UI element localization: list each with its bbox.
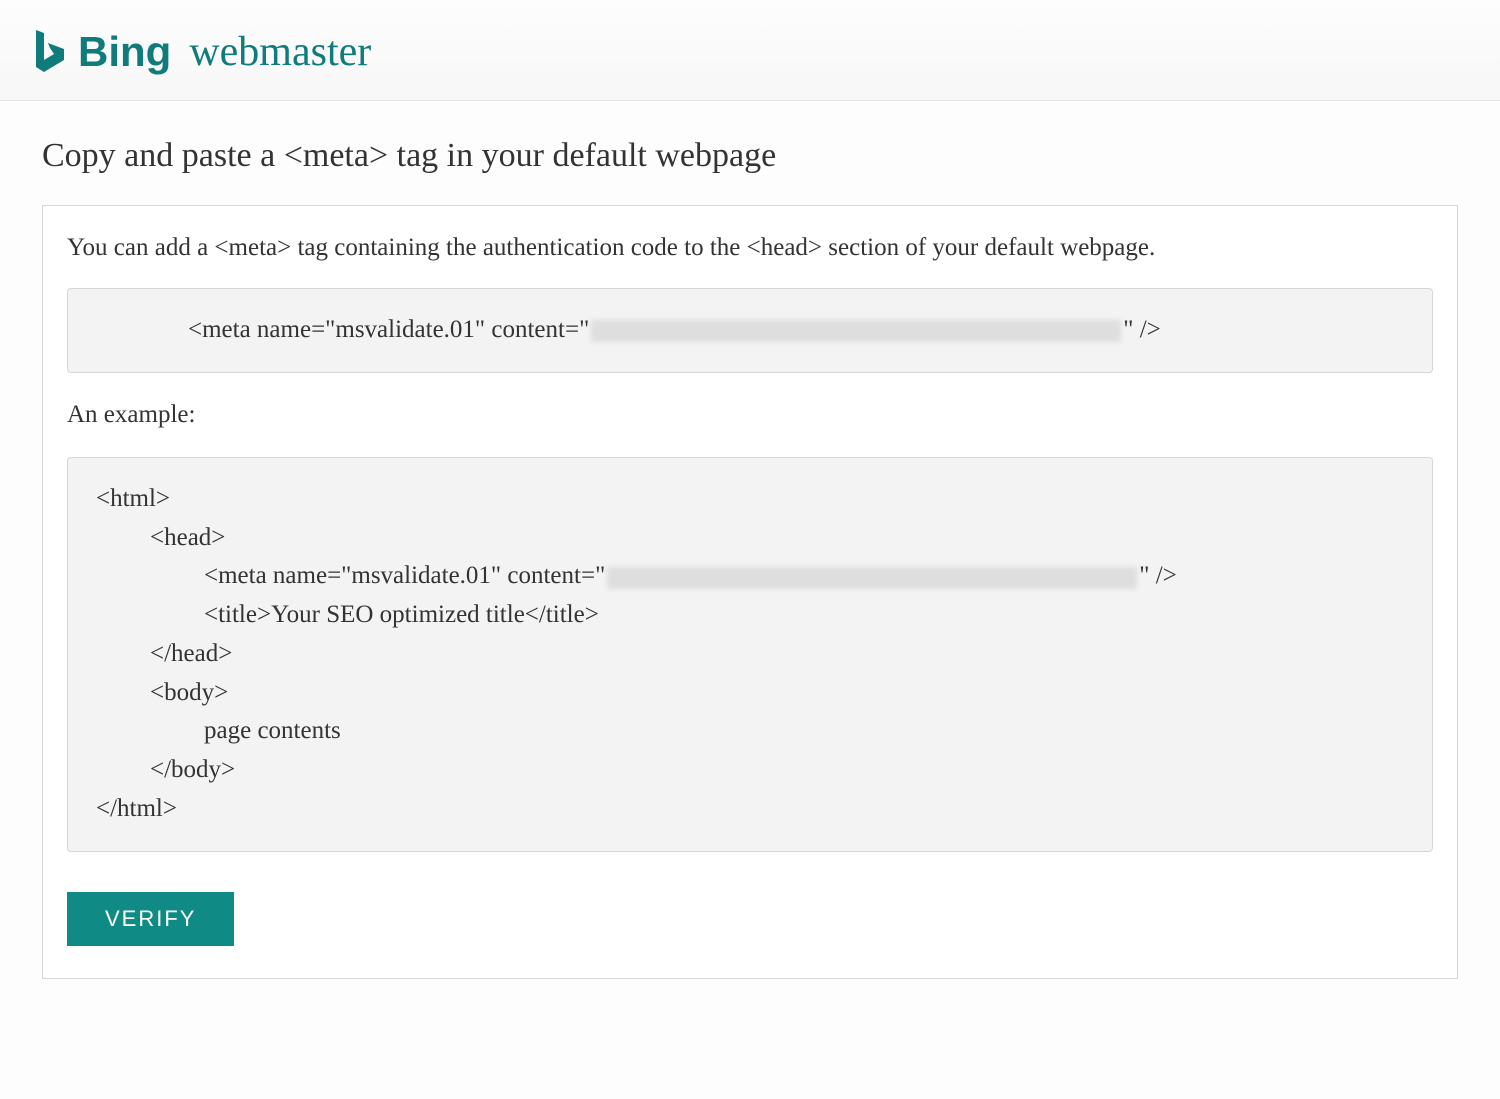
code-meta-suffix: " /> [1139,562,1177,589]
bing-logo: Bing [30,28,171,76]
code-html-close: </html> [96,795,177,822]
main-content: Copy and paste a <meta> tag in your defa… [0,101,1500,1009]
page-title: Copy and paste a <meta> tag in your defa… [42,137,1458,175]
meta-prefix: <meta name="msvalidate.01" content=" [188,316,589,343]
redacted-token [591,320,1121,342]
page-header: Bing webmaster [0,0,1500,101]
verify-button[interactable]: VERIFY [67,892,234,946]
bing-icon [30,28,68,76]
verification-card: You can add a <meta> tag containing the … [42,205,1458,979]
product-name: webmaster [189,28,371,76]
code-head-close: </head> [96,640,232,667]
example-label: An example: [67,401,1433,429]
meta-tag-code: <meta name="msvalidate.01" content=" " /> [67,288,1433,373]
example-code-block: <html> <head> <meta name="msvalidate.01"… [67,457,1433,852]
code-body-open: <body> [96,679,228,706]
code-body-content: page contents [96,717,341,744]
code-meta-prefix: <meta name="msvalidate.01" content=" [204,562,605,589]
code-body-close: </body> [96,756,235,783]
meta-suffix: " /> [1123,316,1161,343]
brand-name: Bing [78,28,171,76]
code-title-line: <title>Your SEO optimized title</title> [96,601,599,628]
code-html-open: <html> [96,485,170,512]
redacted-token-example [607,567,1137,589]
instruction-text: You can add a <meta> tag containing the … [67,234,1433,262]
code-head-open: <head> [96,524,225,551]
